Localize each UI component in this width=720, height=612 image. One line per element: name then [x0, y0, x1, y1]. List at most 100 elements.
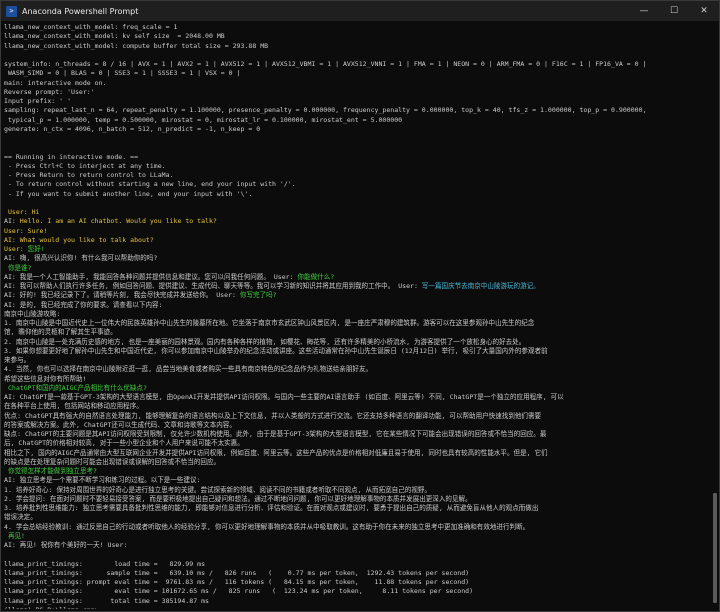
- terminal-line: AI: Hello. I am an AI chatbot. Would you…: [4, 217, 711, 226]
- terminal-text-segment: llama_print_timings: eval time = 101672.…: [4, 587, 474, 596]
- terminal-line: sampling: repeat_last_n = 64, repeat_pen…: [4, 106, 711, 115]
- terminal-line: AI: ChatGPT是一款基于GPT-3架构的大型语言模型, 由OpenAI开…: [4, 393, 711, 402]
- terminal-text-segment: - If you want to submit another line, en…: [4, 189, 253, 198]
- terminal-line: system_info: n_threads = 8 / 16 | AVX = …: [4, 60, 711, 69]
- terminal-line: llama_print_timings: prompt eval time = …: [4, 578, 711, 587]
- terminal-output[interactable]: llama_new_context_with_model: freq_scale…: [4, 23, 711, 609]
- terminal-window: > Anaconda Powershell Prompt — ☐ ✕ llama…: [0, 0, 720, 612]
- terminal-text-segment: 4. 学会总结经验教训: 通过反思自己的行动或者听取他人的经验分享, 你可以更好…: [4, 522, 530, 531]
- terminal-text-segment: AI: 嗨, 很高兴认识你! 有什么我可以帮助你的吗?: [4, 254, 158, 263]
- terminal-line: 南京中山陵游攻略:: [4, 310, 711, 319]
- terminal-text-segment: 你能做什么?: [297, 272, 335, 281]
- terminal-line: llama_new_context_with_model: compute bu…: [4, 42, 711, 51]
- terminal-line: llama_print_timings: total time = 385194…: [4, 597, 711, 606]
- terminal-line: 错误决定。: [4, 513, 711, 522]
- title-bar[interactable]: > Anaconda Powershell Prompt — ☐ ✕: [1, 1, 719, 21]
- terminal-text-segment: Input prefix: ' ': [4, 97, 72, 105]
- maximize-button[interactable]: ☐: [659, 1, 689, 21]
- terminal-line: AI: 嗨, 很高兴认识你! 有什么我可以帮助你的吗?: [4, 254, 711, 263]
- terminal-line: AI: 再见! 祝你有个美好的一天! User:: [4, 541, 711, 550]
- terminal-text-segment: system_info: n_threads = 8 / 16 | AVX = …: [4, 60, 647, 68]
- terminal-line: Reverse prompt: 'User:': [4, 88, 711, 97]
- terminal-line: Input prefix: ' ': [4, 97, 711, 106]
- terminal-line: llama_print_timings: eval time = 101672.…: [4, 587, 711, 596]
- terminal-text-segment: == Running in interactive mode. ==: [4, 152, 139, 161]
- terminal-line: typical_p = 1.000000, temp = 0.500000, m…: [4, 116, 711, 125]
- terminal-line: AI: 我是一个人工智能助手, 我能回答各种问题并提供信息和建议。您可以问我任何…: [4, 273, 711, 282]
- terminal-text-segment: 2. 学会提问: 在面对问题时不要轻易接受答案, 而是要积极地提出自己疑问和想法…: [4, 494, 472, 503]
- terminal-line: 2. 学会提问: 在面对问题时不要轻易接受答案, 而是要积极地提出自己疑问和想法…: [4, 495, 711, 504]
- terminal-line: - Press Ctrl+C to interject at any time.: [4, 162, 711, 171]
- terminal-line: 的答案或解决方案。此外, ChatGPT还可以生成代码、文章和诗歌等文本内容。: [4, 421, 711, 430]
- terminal-text-segment: 来参与。: [4, 356, 31, 364]
- terminal-line: 1. 培养好奇心: 保持对周围世界的好奇心是进行独立思考的关键。尝试探索新的领域…: [4, 486, 711, 495]
- terminal-text-segment: 2. 南京中山陵是一处充满历史感的地方, 也是一座美丽的园林景观。园内有各种各样…: [4, 337, 526, 346]
- terminal-line: (llama) PS D:\llama.cpp>: [4, 606, 711, 609]
- terminal-line: 3. 如果你想要更好地了解孙中山先生和中国近代史, 你可以参加南京中山陵举办的纪…: [4, 347, 711, 356]
- terminal-text-segment: 馆, 瞻仰他的灵柩和了解其生平事迹。: [4, 328, 117, 337]
- terminal-text-segment: 错误决定。: [4, 513, 37, 522]
- terminal-line: AI: 好的! 我已经记录下了。请稍等片刻, 我会尽快完成并发送给你。 User…: [4, 291, 711, 300]
- vertical-scrollbar[interactable]: [713, 23, 718, 609]
- terminal-line: main: interactive mode on.: [4, 79, 711, 88]
- terminal-line: - To return control without starting a n…: [4, 180, 711, 189]
- terminal-line: llama_new_context_with_model: freq_scale…: [4, 23, 711, 32]
- terminal-text-segment: 的缺点是在处理复杂问题时可能会出现错误或误解的回答或不恰当的回应。: [4, 457, 221, 466]
- terminal-text-segment: typical_p = 1.000000, temp = 0.500000, m…: [4, 115, 403, 124]
- terminal-text-segment: AI: 再见! 祝你有个美好的一天! User:: [4, 541, 128, 549]
- terminal-text-segment: AI: 是的, 我已经完成了你的要求。请查看以下内容:: [4, 300, 163, 309]
- terminal-text-segment: sampling: repeat_last_n = 64, repeat_pen…: [4, 106, 647, 115]
- terminal-line: 4. 当然, 你也可以选择在南京中山陵附近逛一逛, 品尝当地美食或者购买一些具有…: [4, 365, 711, 374]
- terminal-text-segment: llama_new_context_with_model: compute bu…: [4, 41, 269, 50]
- terminal-text-segment: 再见!: [4, 531, 25, 540]
- terminal-text-segment: 南京中山陵游攻略:: [4, 309, 61, 318]
- terminal-line: 后, ChatGPT的价格相对较高, 对于一些小型企业和个人用户来说可能不太实惠…: [4, 439, 711, 448]
- terminal-text-segment: 1. 培养好奇心: 保持对周围世界的好奇心是进行独立思考的关键。尝试探索新的领域…: [4, 485, 431, 494]
- terminal-text-segment: 写一篇国庆节去南京中山陵游玩的游记。: [421, 282, 540, 290]
- terminal-line: AI: 我可以帮助人们执行许多任务, 例如回答问题、提供建议、生成代码、聊天等等…: [4, 282, 711, 291]
- terminal-text-segment: User: Sure!: [4, 226, 48, 235]
- terminal-text-segment: 后, ChatGPT的价格相对较高, 对于一些小型企业和个人用户来说可能不太实惠…: [4, 439, 244, 448]
- terminal-line: AI: 是的, 我已经完成了你的要求。请查看以下内容:: [4, 301, 711, 310]
- terminal-text-segment: (llama) PS D:\llama.cpp>: [4, 606, 99, 609]
- terminal-line: 3. 培养批判性思维能力: 独立思考需要具备批判性思维的能力, 即能够对信息进行…: [4, 504, 711, 513]
- window-title: Anaconda Powershell Prompt: [22, 6, 139, 16]
- terminal-text-segment: 你是谁?: [4, 263, 32, 272]
- terminal-text-segment: AI: 好的! 我已经记录下了。请稍等片刻, 我会尽快完成并发送给你。 User…: [4, 291, 240, 300]
- terminal-text-segment: AI: ChatGPT是一款基于GPT-3架构的大型语言模型, 由OpenAI开…: [4, 393, 564, 401]
- minimize-button[interactable]: —: [629, 1, 659, 21]
- terminal-line: ChatGPT和国内的AIGC产品相比有什么优缺点?: [4, 384, 711, 393]
- terminal-line: 你是谁?: [4, 264, 711, 273]
- terminal-text-segment: Hello. I am an AI chatbot. Would you lik…: [19, 217, 217, 226]
- terminal-text-segment: Reverse prompt: 'User:': [4, 87, 95, 96]
- terminal-line: 缺点: ChatGPT的主要问题是其API访问权限受到限制, 仅允许少数机构使用…: [4, 430, 711, 439]
- terminal-line: 再见!: [4, 532, 711, 541]
- terminal-line: User: Sure!: [4, 227, 711, 236]
- scrollbar-thumb[interactable]: [713, 493, 717, 603]
- terminal-line: - Press Return to return control to LLaM…: [4, 171, 711, 180]
- terminal-line: 4. 学会总结经验教训: 通过反思自己的行动或者听取他人的经验分享, 你可以更好…: [4, 523, 711, 532]
- terminal-text-segment: llama_new_context_with_model: kv self si…: [4, 32, 225, 41]
- terminal-text-segment: - Press Ctrl+C to interject at any time.: [4, 161, 166, 170]
- close-button[interactable]: ✕: [689, 1, 719, 21]
- powershell-icon: >: [6, 5, 17, 17]
- terminal-line: llama_new_context_with_model: kv self si…: [4, 32, 711, 41]
- terminal-line: AI: What would you like to talk about?: [4, 236, 711, 245]
- terminal-text-segment: AI:: [4, 217, 20, 226]
- terminal-text-segment: 希望这些信息对你有所帮助!: [4, 374, 87, 383]
- terminal-line: - If you want to submit another line, en…: [4, 190, 711, 199]
- terminal-text-segment: 你觉得怎样才能做到独立思考?: [4, 467, 97, 475]
- terminal-text-segment: 4. 当然, 你也可以选择在南京中山陵附近逛一逛, 品尝当地美食或者购买一些具有…: [4, 365, 373, 374]
- terminal-text-segment: 3. 培养批判性思维能力: 独立思考需要具备批判性思维的能力, 即能够对信息进行…: [4, 504, 539, 512]
- terminal-text-segment: 3. 如果你想要更好地了解孙中山先生和中国近代史, 你可以参加南京中山陵举办的纪…: [4, 346, 548, 355]
- terminal-text-segment: llama_print_timings: sample time = 639.1…: [4, 568, 470, 577]
- terminal-text-segment: llama_print_timings: total time = 385194…: [4, 596, 209, 605]
- terminal-text-segment: 您好!: [27, 245, 45, 253]
- terminal-line: AI: 独立思考是一个需要不断学习和练习的过程。以下是一些建议:: [4, 476, 711, 485]
- terminal-text-segment: AI: 我可以帮助人们执行许多任务, 例如回答问题、提供建议、生成代码、聊天等等…: [4, 282, 422, 290]
- terminal-text-segment: - Press Return to return control to LLaM…: [4, 171, 174, 179]
